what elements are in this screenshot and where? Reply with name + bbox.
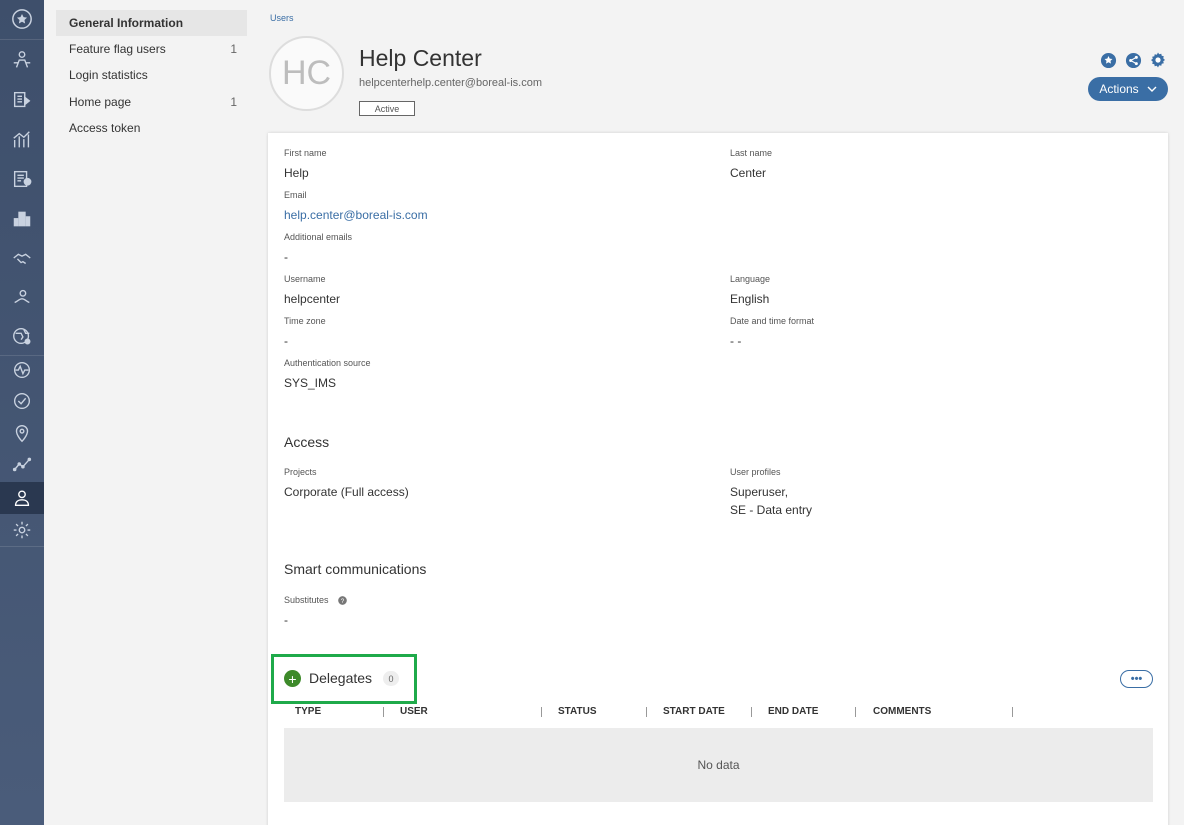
subnav-item-general-information[interactable]: General Information — [56, 10, 247, 36]
grievances-icon[interactable] — [0, 281, 44, 313]
favorites-star-icon[interactable] — [0, 3, 44, 35]
help-question-icon[interactable]: ? — [338, 596, 347, 605]
column-header-end-date[interactable]: END DATE — [768, 706, 818, 717]
user-details-card: First name Help Last name Center Email h… — [268, 133, 1168, 825]
add-delegate-plus-icon[interactable]: + — [284, 670, 301, 687]
chevron-down-icon — [1147, 86, 1157, 92]
more-options-button[interactable]: ••• — [1120, 670, 1153, 688]
main-content: Users HC Help Center helpcenterhelp.cent… — [256, 0, 1184, 825]
column-header-type[interactable]: TYPE — [295, 706, 321, 717]
user-profiles-label: User profiles — [730, 467, 781, 477]
substitutes-label: Substitutes — [284, 595, 329, 605]
subnav-item-label: Access token — [69, 121, 141, 135]
date-format-value: - - — [730, 334, 742, 348]
column-header-user[interactable]: USER — [400, 706, 428, 717]
time-zone-value: - — [284, 334, 288, 348]
smart-communications-title: Smart communications — [284, 561, 427, 577]
subnav-item-label: Home page — [69, 95, 132, 109]
status-badge: Active — [359, 101, 415, 116]
email-label: Email — [284, 190, 307, 200]
first-name-label: First name — [284, 148, 327, 158]
additional-emails-label: Additional emails — [284, 232, 353, 242]
settings-gear-icon[interactable] — [0, 514, 44, 546]
subnav-item-count: 1 — [230, 95, 237, 109]
analytics-icon[interactable] — [0, 124, 44, 156]
column-divider[interactable] — [751, 707, 752, 717]
subnav-item-label: Login statistics — [69, 68, 148, 82]
first-name-value: Help — [284, 166, 309, 180]
date-format-label: Date and time format — [730, 316, 815, 326]
additional-emails-value: - — [284, 250, 288, 264]
avatar: HC — [269, 36, 344, 111]
subnav-item-feature-flag-users[interactable]: Feature flag users 1 — [56, 36, 247, 62]
actions-dropdown-button[interactable]: Actions — [1088, 77, 1168, 101]
projects-label: Projects — [284, 467, 317, 477]
delegates-empty-state: No data — [284, 728, 1153, 802]
email-link[interactable]: help.center@boreal-is.com — [284, 208, 428, 222]
app-rail — [0, 0, 44, 825]
subnav-item-count: 1 — [230, 42, 237, 56]
language-label: Language — [730, 274, 771, 284]
gear-icon[interactable] — [1149, 51, 1167, 69]
username-value: helpcenter — [284, 292, 341, 306]
favorite-star-icon[interactable] — [1099, 51, 1117, 69]
user-profiles-value-1: Superuser, — [730, 485, 789, 499]
user-email-subtitle: helpcenterhelp.center@boreal-is.com — [359, 77, 542, 89]
breadcrumb-users-link[interactable]: Users — [270, 13, 294, 23]
column-divider[interactable] — [541, 707, 542, 717]
column-divider[interactable] — [855, 707, 856, 717]
column-divider[interactable] — [1012, 707, 1013, 717]
last-name-label: Last name — [730, 148, 773, 158]
substitutes-value: - — [284, 613, 288, 627]
agreements-icon[interactable] — [0, 242, 44, 274]
subnav-item-label: General Information — [69, 16, 184, 30]
checklist-icon[interactable] — [0, 163, 44, 195]
user-subnav: General Information Feature flag users 1… — [44, 0, 256, 825]
organization-icon[interactable] — [0, 203, 44, 235]
projects-value: Corporate (Full access) — [284, 485, 409, 499]
column-header-status[interactable]: STATUS — [558, 706, 597, 717]
subnav-item-login-statistics[interactable]: Login statistics — [56, 62, 247, 88]
language-value: English — [730, 292, 770, 306]
users-person-icon[interactable] — [0, 482, 44, 514]
column-divider[interactable] — [646, 707, 647, 717]
column-header-start-date[interactable]: START DATE — [663, 706, 725, 717]
activity-icon[interactable] — [0, 354, 44, 386]
page-title: Help Center — [359, 45, 482, 71]
environment-icon[interactable] — [0, 320, 44, 352]
subnav-item-home-page[interactable]: Home page 1 — [56, 89, 247, 115]
user-profiles-value-2: SE - Data entry — [730, 503, 813, 517]
delegates-count-badge: 0 — [383, 671, 399, 686]
share-icon[interactable] — [1124, 51, 1142, 69]
actions-label: Actions — [1099, 82, 1139, 96]
stakeholders-icon[interactable] — [0, 44, 44, 76]
username-label: Username — [284, 274, 326, 284]
tasks-check-icon[interactable] — [0, 385, 44, 417]
access-section-title: Access — [284, 434, 330, 450]
subnav-item-label: Feature flag users — [69, 42, 166, 56]
auth-source-value: SYS_IMS — [284, 376, 337, 390]
delegates-title: Delegates — [309, 670, 373, 686]
subnav-item-access-token[interactable]: Access token — [56, 115, 247, 141]
column-divider[interactable] — [383, 707, 384, 717]
location-pin-icon[interactable] — [0, 417, 44, 449]
documents-icon[interactable] — [0, 84, 44, 116]
last-name-value: Center — [730, 166, 767, 180]
auth-source-label: Authentication source — [284, 358, 371, 368]
column-header-comments[interactable]: COMMENTS — [873, 706, 931, 717]
svg-text:?: ? — [341, 598, 345, 605]
time-zone-label: Time zone — [284, 316, 326, 326]
trend-icon[interactable] — [0, 448, 44, 480]
